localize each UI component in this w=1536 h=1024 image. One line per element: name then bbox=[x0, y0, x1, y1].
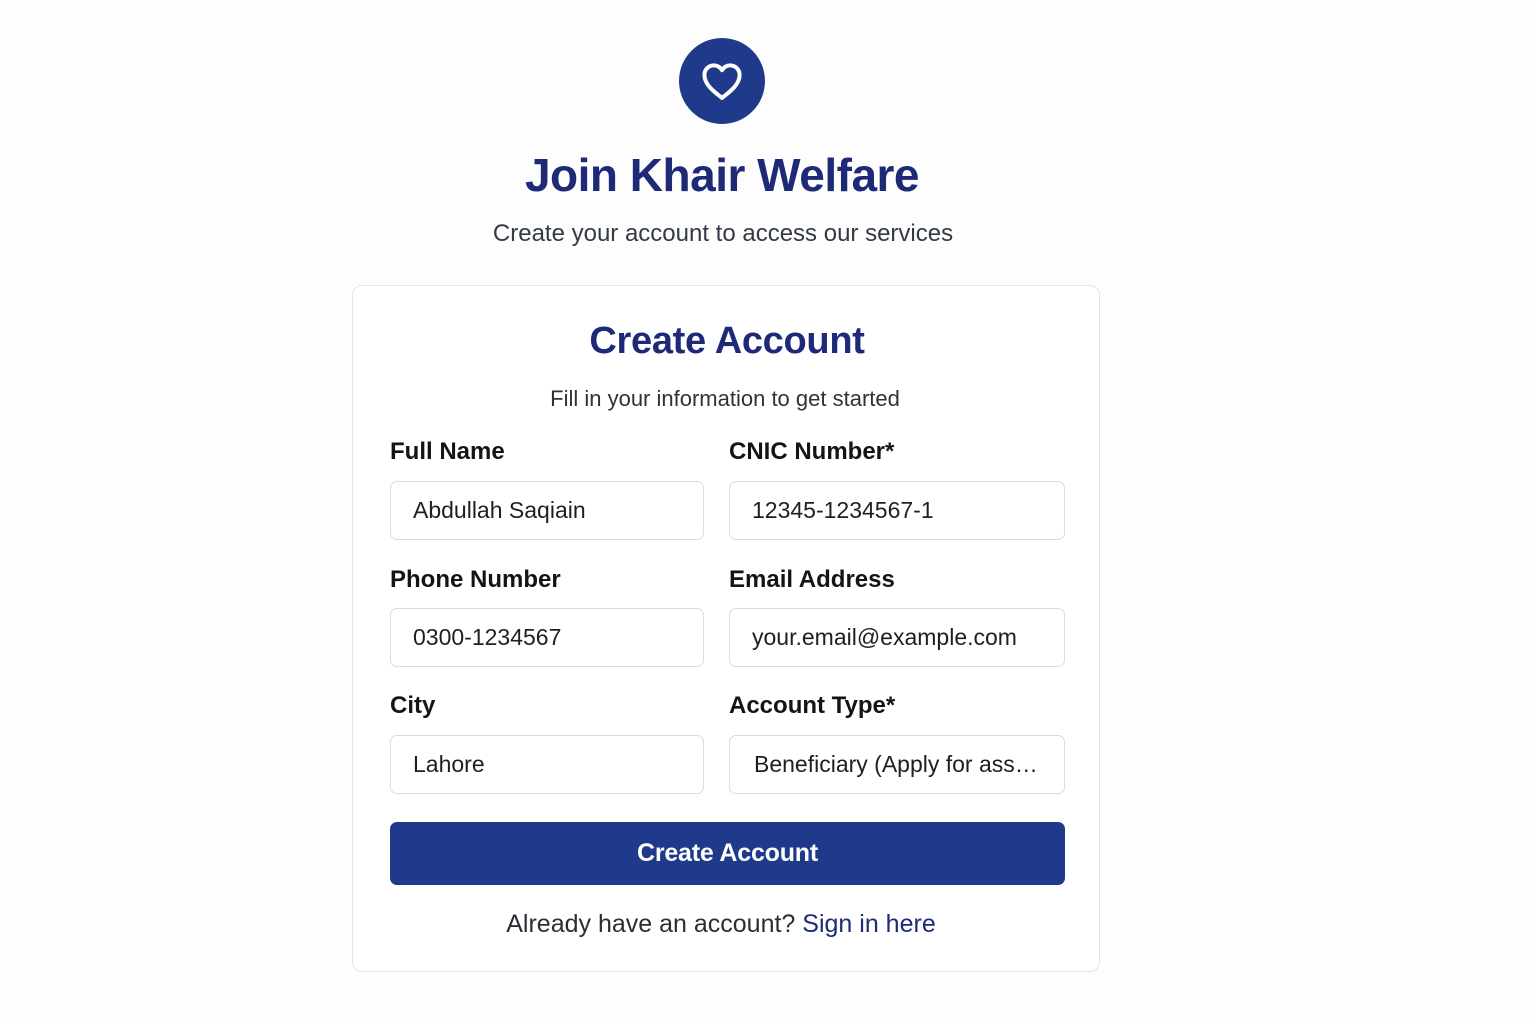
form-title: Create Account bbox=[589, 320, 865, 362]
email-input[interactable] bbox=[729, 608, 1065, 667]
account-type-label: Account Type* bbox=[729, 692, 896, 719]
page-subtitle: Create your account to access our servic… bbox=[492, 220, 954, 247]
logo bbox=[679, 38, 765, 124]
cnic-label: CNIC Number* bbox=[729, 438, 895, 465]
heart-icon bbox=[702, 63, 742, 100]
city-input[interactable] bbox=[390, 735, 704, 794]
form-subtitle: Fill in your information to get started bbox=[550, 386, 900, 411]
cnic-input[interactable] bbox=[729, 481, 1065, 540]
signup-card: Create Account Fill in your information … bbox=[352, 285, 1100, 972]
phone-input[interactable] bbox=[390, 608, 704, 667]
full-name-label: Full Name bbox=[390, 438, 505, 465]
signin-link[interactable]: Sign in here bbox=[802, 910, 935, 938]
signin-prompt: Already have an account? Sign in here bbox=[353, 910, 1089, 939]
account-type-selected-value: Beneficiary (Apply for assistance) bbox=[754, 751, 1040, 777]
phone-label: Phone Number bbox=[390, 566, 561, 593]
full-name-input[interactable] bbox=[390, 481, 704, 540]
signin-prompt-text: Already have an account? bbox=[506, 910, 803, 938]
email-label: Email Address bbox=[729, 566, 895, 593]
create-account-button[interactable]: Create Account bbox=[390, 822, 1065, 885]
page-title: Join Khair Welfare bbox=[524, 149, 920, 201]
city-label: City bbox=[390, 692, 436, 719]
account-type-select[interactable]: Beneficiary (Apply for assistance) bbox=[729, 735, 1065, 794]
